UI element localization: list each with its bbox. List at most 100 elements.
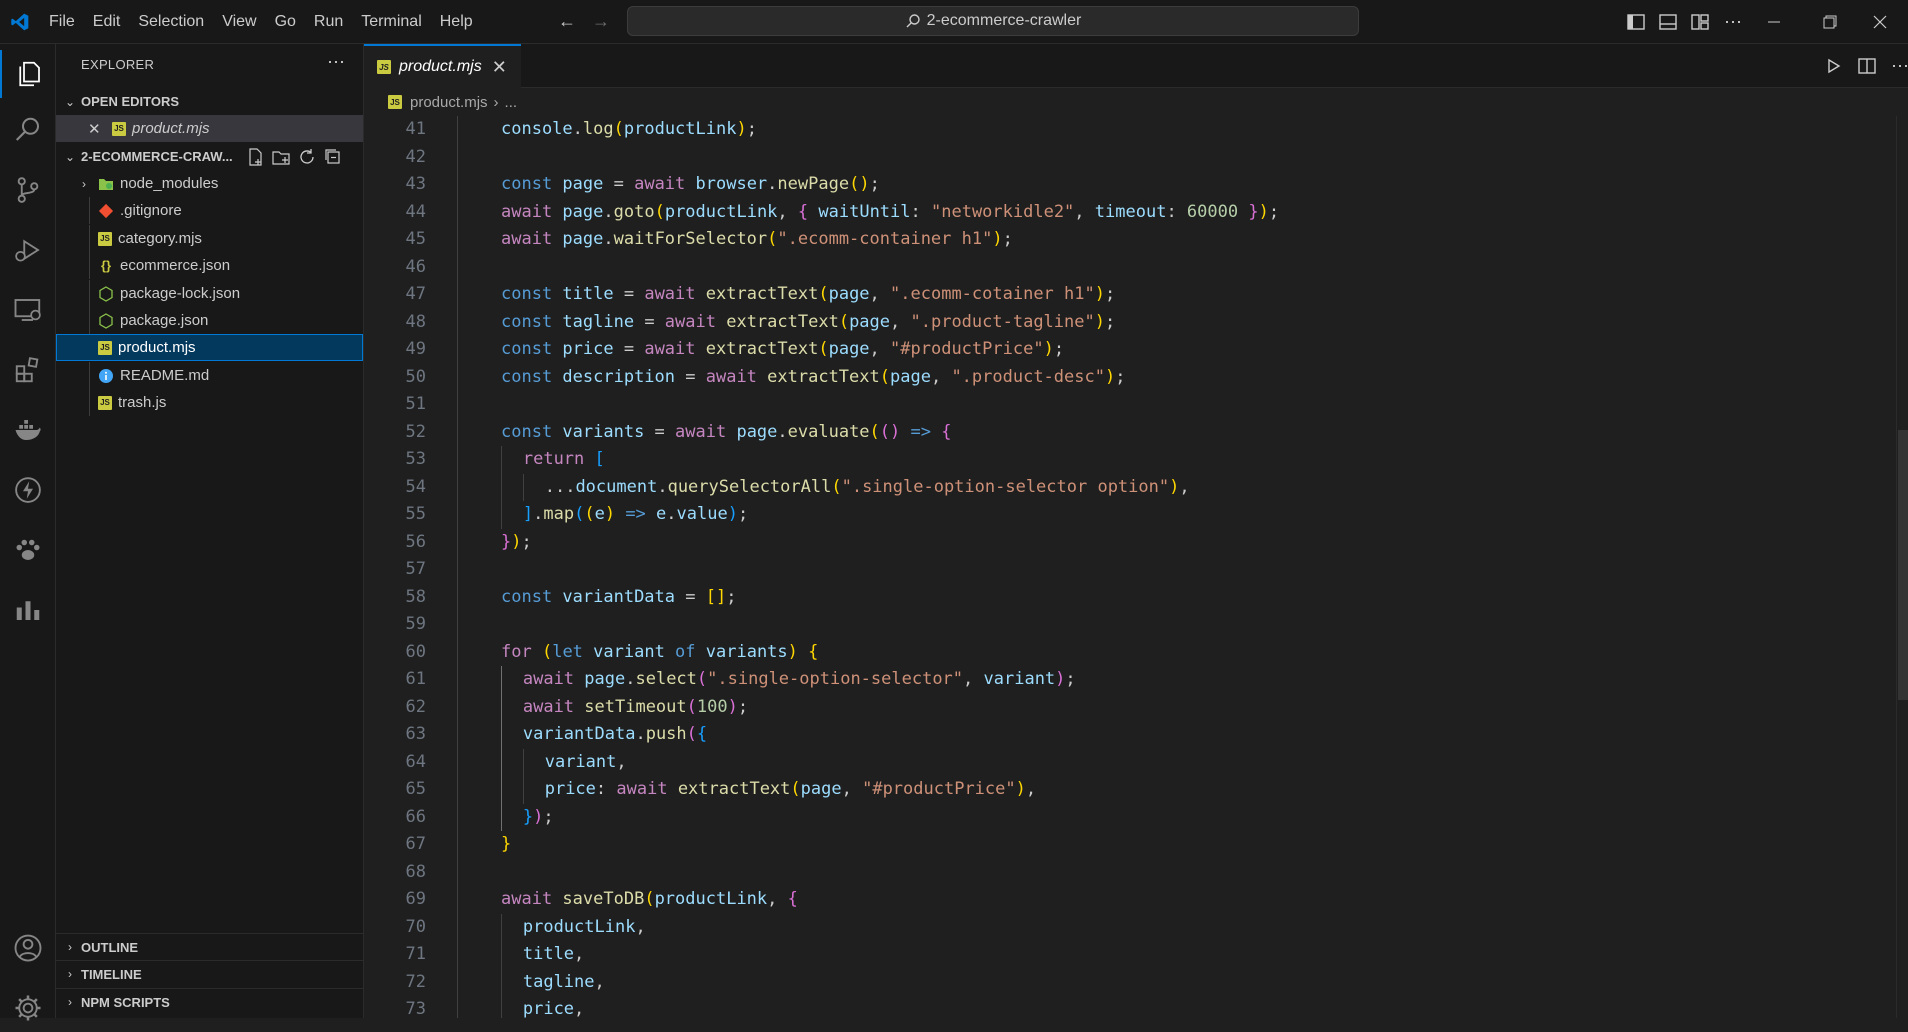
open-editor-item[interactable]: ✕ JS product.mjs	[56, 115, 363, 142]
forward-arrow-icon[interactable]: →	[592, 11, 610, 32]
line-number: 66	[405, 806, 426, 827]
paw-icon[interactable]	[0, 526, 56, 574]
tree-item-package-lock-json[interactable]: package-lock.json	[56, 280, 363, 307]
line-number: 41	[405, 119, 426, 139]
close-window-icon[interactable]	[1852, 0, 1908, 44]
manage-gear-icon[interactable]	[0, 984, 56, 1032]
run-file-icon[interactable]	[1823, 56, 1843, 76]
outline-label: OUTLINE	[81, 939, 139, 955]
line-number: 70	[405, 916, 426, 937]
line-number: 59	[405, 614, 426, 634]
tree-item-trash-js[interactable]: JS trash.js	[56, 389, 363, 416]
menu-go[interactable]: Go	[266, 13, 305, 31]
toggle-panel-icon[interactable]	[1658, 13, 1678, 31]
close-editor-icon[interactable]: ✕	[88, 120, 104, 138]
editor-more-actions-icon[interactable]: ⋯	[1891, 56, 1908, 77]
line-number: 71	[405, 944, 426, 964]
tree-item-category-mjs[interactable]: JS category.mjs	[56, 225, 363, 252]
line-number: 50	[405, 366, 426, 387]
tree-item-node-modules[interactable]: › node_modules	[56, 170, 363, 197]
line-number: 55	[405, 504, 426, 524]
tree-item-ecommerce-json[interactable]: {} ecommerce.json	[56, 252, 363, 279]
explorer-title: EXPLORER	[81, 57, 155, 72]
vertical-scrollbar[interactable]	[1898, 430, 1908, 700]
timeline-section[interactable]: › TIMELINE	[56, 960, 363, 987]
chevron-right-icon: ›	[82, 176, 86, 191]
info-icon	[99, 368, 113, 383]
bar-chart-icon[interactable]	[0, 586, 56, 634]
menu-run[interactable]: Run	[305, 13, 352, 31]
new-file-icon[interactable]	[245, 147, 265, 167]
command-center-search[interactable]: 2-ecommerce-crawler	[627, 6, 1359, 36]
code-text: await saveToDB(productLink, {	[501, 889, 798, 909]
line-number: 63	[405, 724, 426, 744]
line-number: 73	[405, 999, 426, 1018]
menu-file[interactable]: File	[40, 13, 84, 31]
back-arrow-icon[interactable]: ←	[558, 11, 576, 32]
more-actions-icon[interactable]: ⋯	[1724, 12, 1742, 33]
accounts-icon[interactable]	[0, 924, 56, 972]
search-icon[interactable]	[0, 106, 56, 154]
tree-item-label: node_modules	[120, 175, 219, 192]
tree-item-gitignore[interactable]: .gitignore	[56, 197, 363, 224]
git-icon	[98, 203, 114, 218]
search-icon	[906, 14, 920, 28]
project-folder-label: 2-ECOMMERCE-CRAW...	[81, 149, 233, 164]
js-file-icon: JS	[388, 95, 402, 109]
indent-guide	[501, 666, 502, 831]
node-package-icon	[99, 285, 113, 302]
indent-guide	[89, 280, 90, 307]
code-editor[interactable]: 41 console.log(productLink); 42 43 const pag…	[364, 116, 1894, 1018]
npm-scripts-section[interactable]: › NPM SCRIPTS	[56, 988, 363, 1015]
menu-help[interactable]: Help	[431, 13, 482, 31]
tree-item-label: package-lock.json	[120, 285, 241, 302]
run-debug-icon[interactable]	[0, 226, 56, 274]
layout-controls: ⋯	[1620, 0, 1750, 44]
refresh-icon[interactable]	[297, 147, 317, 167]
tree-item-package-json[interactable]: package.json	[56, 307, 363, 334]
tree-item-product-mjs[interactable]: JS product.mjs	[56, 334, 363, 361]
indent-guide	[457, 116, 458, 1018]
indent-guide	[501, 913, 502, 1018]
customize-layout-icon[interactable]	[1690, 13, 1710, 31]
open-editor-name: product.mjs	[132, 120, 210, 137]
collapse-all-icon[interactable]	[323, 147, 343, 167]
tab-product-mjs[interactable]: JS product.mjs ✕	[364, 44, 521, 88]
line-number: 62	[405, 696, 426, 717]
vscode-logo-icon[interactable]	[10, 12, 30, 32]
project-folder-section[interactable]: ⌄ 2-ECOMMERCE-CRAW...	[56, 143, 363, 170]
outline-section[interactable]: › OUTLINE	[56, 933, 363, 960]
code-text: await page.goto(productLink, { waitUntil…	[501, 201, 1280, 222]
code-text: const title = await extractText(page, ".…	[501, 284, 1116, 304]
restore-window-icon[interactable]	[1802, 0, 1858, 44]
line-number: 68	[405, 861, 426, 882]
close-tab-icon[interactable]: ✕	[492, 57, 507, 78]
code-text: const description = await extractText(pa…	[501, 366, 1126, 387]
split-editor-icon[interactable]	[1857, 56, 1877, 76]
open-editors-section[interactable]: ⌄ OPEN EDITORS	[56, 88, 363, 115]
indent-guide	[89, 362, 90, 389]
toggle-primary-sidebar-icon[interactable]	[1626, 13, 1646, 31]
menu-selection[interactable]: Selection	[129, 13, 213, 31]
explorer-more-actions-icon[interactable]: ⋯	[327, 52, 345, 73]
code-text: await page.waitForSelector(".ecomm-conta…	[501, 229, 1013, 249]
menu-view[interactable]: View	[213, 13, 265, 31]
remote-explorer-icon[interactable]	[0, 286, 56, 334]
code-text: variant,	[544, 751, 627, 772]
explorer-icon[interactable]	[0, 50, 56, 98]
menu-edit[interactable]: Edit	[84, 13, 130, 31]
line-number: 58	[405, 586, 426, 607]
breadcrumb-symbol[interactable]: ...	[505, 94, 518, 111]
lightning-icon[interactable]	[0, 466, 56, 514]
breadcrumb-file[interactable]: product.mjs	[410, 94, 488, 111]
extensions-icon[interactable]	[0, 346, 56, 394]
docker-icon[interactable]	[0, 406, 56, 454]
menu-terminal[interactable]: Terminal	[352, 13, 430, 31]
tree-item-readme-md[interactable]: README.md	[56, 362, 363, 389]
minimize-window-icon[interactable]	[1746, 0, 1802, 44]
new-folder-icon[interactable]	[271, 147, 291, 167]
js-file-icon: JS	[98, 340, 112, 355]
code-text: price: await extractText(page, "#product…	[544, 779, 1037, 799]
tree-item-label: product.mjs	[118, 339, 196, 356]
source-control-icon[interactable]	[0, 166, 56, 214]
